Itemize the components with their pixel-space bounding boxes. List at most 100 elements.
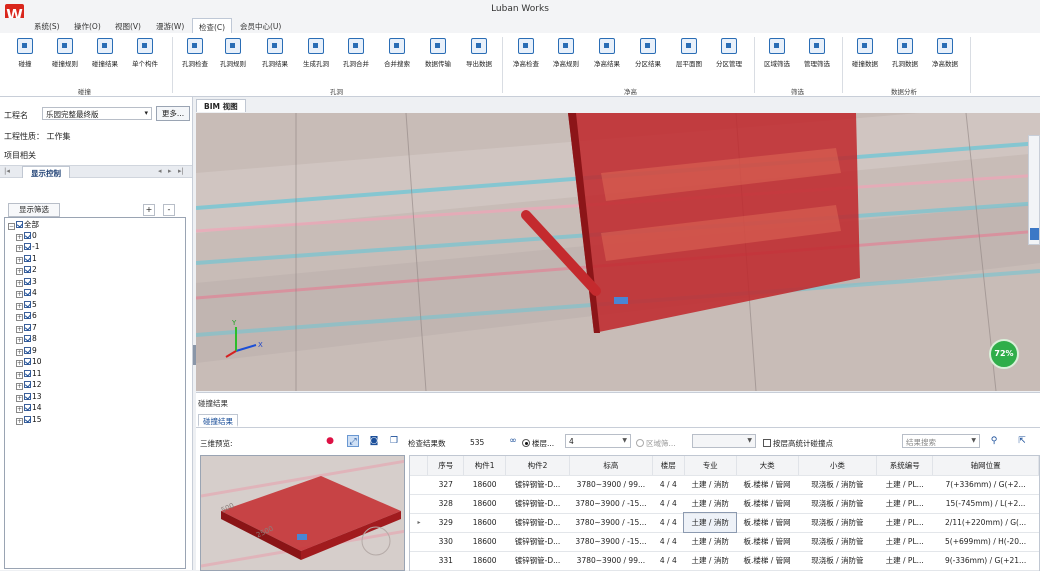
- col-header[interactable]: 构件2: [505, 456, 570, 476]
- 3d-preview[interactable]: 500 2500: [200, 455, 405, 571]
- expand-icon[interactable]: +: [16, 233, 23, 241]
- progress-indicator[interactable]: 72%: [989, 339, 1019, 369]
- hole-merge-button[interactable]: 孔洞合并: [339, 38, 373, 68]
- tree-item[interactable]: + -1: [16, 242, 39, 252]
- tree-item[interactable]: +1: [16, 254, 37, 264]
- tree-item[interactable]: +7: [16, 323, 37, 333]
- tab-collision-results[interactable]: 碰撞结果: [198, 414, 238, 427]
- menu-check[interactable]: 检查(C): [192, 18, 233, 34]
- col-header[interactable]: 系统编号: [876, 456, 934, 476]
- view-toolbar[interactable]: [1028, 135, 1040, 245]
- checkbox[interactable]: [24, 254, 31, 262]
- table-row-selected[interactable]: ▸ 329 18600 镀锌钢管-D... 3780~3900 / -15...…: [410, 512, 1039, 533]
- merge-search-button[interactable]: 合并搜索: [380, 38, 414, 68]
- hole-check-button[interactable]: 孔洞检查: [178, 38, 212, 68]
- tree-item-all[interactable]: − 全部: [8, 219, 39, 230]
- table-row[interactable]: 330 18600 镀锌钢管-D... 3780~3900 / -15... 4…: [410, 532, 1039, 552]
- tree-item[interactable]: +6: [16, 311, 37, 321]
- checkbox[interactable]: [24, 266, 31, 273]
- expand-icon[interactable]: +: [16, 245, 23, 252]
- table-row[interactable]: 328 18600 镀锌钢管-D... 3780~3900 / -15... 4…: [410, 494, 1039, 514]
- tree-item[interactable]: +12: [16, 380, 42, 390]
- zone-results-button[interactable]: 分区结果: [631, 38, 665, 68]
- menu-member-center[interactable]: 会员中心(U): [240, 21, 281, 32]
- last-tab-icon[interactable]: ▸|: [178, 167, 184, 175]
- area-filter-button[interactable]: 区域筛选: [760, 38, 794, 68]
- checkbox[interactable]: [24, 277, 31, 285]
- col-header[interactable]: 序号: [427, 456, 465, 476]
- floor-plan-button[interactable]: 层平面图: [672, 38, 706, 68]
- tree-item[interactable]: +0: [16, 231, 37, 241]
- checkbox[interactable]: [24, 231, 31, 239]
- checkbox[interactable]: [16, 221, 23, 228]
- expand-icon[interactable]: +: [16, 256, 23, 264]
- clearance-data-button[interactable]: 净高数据: [928, 38, 962, 68]
- expand-icon[interactable]: +: [16, 279, 23, 287]
- hole-data-button[interactable]: 孔洞数据: [888, 38, 922, 68]
- expand-icon[interactable]: +: [16, 337, 23, 344]
- region-radio[interactable]: 区域筛...: [636, 438, 676, 449]
- region-select[interactable]: ▼: [692, 434, 756, 448]
- collapse-all-button[interactable]: -: [163, 204, 175, 216]
- bim-viewport[interactable]: X Y 72%: [196, 113, 1040, 391]
- floor-radio[interactable]: 楼层...: [522, 438, 554, 449]
- zone-manage-button[interactable]: 分区管理: [712, 38, 746, 68]
- menu-roam[interactable]: 漫游(W): [156, 21, 184, 32]
- expand-icon[interactable]: +: [16, 360, 23, 367]
- expand-icon[interactable]: +: [16, 348, 23, 356]
- tab-bim-view[interactable]: BIM 视图: [196, 99, 246, 112]
- col-header[interactable]: 小类: [798, 456, 878, 476]
- expand-icon[interactable]: +: [16, 417, 23, 425]
- expand-icon[interactable]: +: [16, 394, 23, 402]
- expand-icon[interactable]: +: [16, 325, 23, 333]
- floor-select[interactable]: 4 ▼: [565, 434, 631, 448]
- col-header[interactable]: 大类: [736, 456, 799, 476]
- link-icon[interactable]: ∞: [507, 435, 519, 447]
- table-row[interactable]: 327 18600 镀锌钢管-D... 3780~3900 / 99... 4 …: [410, 475, 1039, 495]
- expand-all-button[interactable]: +: [143, 204, 155, 216]
- tree-item[interactable]: +2: [16, 265, 37, 275]
- tree-item[interactable]: +4: [16, 288, 37, 298]
- radio-unselected[interactable]: [636, 439, 644, 447]
- checkbox[interactable]: [24, 381, 31, 388]
- checkbox[interactable]: [24, 312, 31, 319]
- checkbox[interactable]: [24, 289, 31, 296]
- expand-icon[interactable]: +: [16, 268, 23, 275]
- camera-icon[interactable]: ◙: [368, 435, 380, 447]
- tree-item[interactable]: +13: [16, 392, 42, 402]
- menu-operation[interactable]: 操作(O): [74, 21, 101, 32]
- clearance-results-button[interactable]: 净高结果: [590, 38, 624, 68]
- fit-view-icon[interactable]: ⤢: [347, 435, 359, 447]
- collision-results-button[interactable]: 碰撞结果: [88, 38, 122, 68]
- clearance-check-button[interactable]: 净高检查: [509, 38, 543, 68]
- tree-item[interactable]: +11: [16, 369, 42, 379]
- manage-filter-button[interactable]: 管理筛选: [800, 38, 834, 68]
- col-header[interactable]: 标高: [569, 456, 653, 476]
- window-icon[interactable]: ❐: [388, 435, 400, 447]
- data-transfer-button[interactable]: 数据传输: [421, 38, 455, 68]
- checkbox[interactable]: [24, 335, 31, 342]
- checkbox[interactable]: [24, 415, 31, 423]
- tree-item[interactable]: +10: [16, 357, 42, 367]
- more-button[interactable]: 更多...: [156, 106, 190, 121]
- menu-view[interactable]: 视图(V): [115, 21, 141, 32]
- expand-icon[interactable]: +: [16, 383, 23, 390]
- next-tab-icon[interactable]: ▸: [168, 167, 172, 175]
- single-component-button[interactable]: 单个构件: [128, 38, 162, 68]
- export-icon[interactable]: ⇱: [1016, 435, 1028, 447]
- export-data-button[interactable]: 导出数据: [462, 38, 496, 68]
- prev-tab-icon[interactable]: ◂: [158, 167, 162, 175]
- project-select[interactable]: 乐园完整最终版 ▾: [42, 107, 152, 120]
- cell-selected[interactable]: 土建 / 消防: [683, 512, 738, 533]
- tree-item[interactable]: +15: [16, 415, 42, 425]
- expand-icon[interactable]: +: [16, 406, 23, 413]
- tree-item[interactable]: +9: [16, 346, 37, 356]
- collision-rules-button[interactable]: 碰撞规则: [48, 38, 82, 68]
- hole-results-button[interactable]: 孔洞结果: [258, 38, 292, 68]
- expand-icon[interactable]: +: [16, 302, 23, 310]
- first-tab-icon[interactable]: |◂: [4, 167, 10, 175]
- checkbox[interactable]: [763, 439, 771, 447]
- tree-item[interactable]: +5: [16, 300, 37, 310]
- lock-icon[interactable]: [1030, 228, 1039, 240]
- expand-icon[interactable]: +: [16, 314, 23, 321]
